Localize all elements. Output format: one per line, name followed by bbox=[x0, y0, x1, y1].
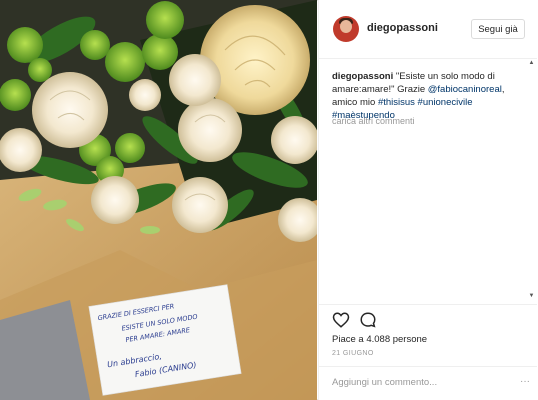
likes-count[interactable]: Piace a 4.088 persone bbox=[332, 334, 427, 345]
caption-hashtag-1[interactable]: #thisisus bbox=[378, 97, 415, 108]
scroll-up-arrow-icon[interactable]: ▲ bbox=[528, 60, 535, 67]
post-header: diegopassoni Segui già bbox=[319, 0, 537, 59]
comments-scrollbar[interactable]: ▲ ▼ bbox=[528, 60, 535, 300]
post-photo[interactable]: GRAZIE DI ESSERCI PER ESISTE UN SOLO MOD… bbox=[0, 0, 317, 400]
actions-divider bbox=[319, 304, 537, 305]
caption-mention[interactable]: @fabiocaninoreal bbox=[428, 84, 502, 95]
caption-hashtag-2[interactable]: #unionecivile bbox=[418, 97, 473, 108]
scroll-down-arrow-icon[interactable]: ▼ bbox=[528, 293, 535, 300]
bouquet-image: GRAZIE DI ESSERCI PER ESISTE UN SOLO MOD… bbox=[0, 0, 317, 400]
post-date: 21 GIUGNO bbox=[332, 350, 374, 357]
add-comment-input[interactable] bbox=[332, 372, 507, 392]
load-more-comments-link[interactable]: carica altri commenti bbox=[332, 116, 415, 126]
post-caption: diegopassoni "Esiste un solo modo di ama… bbox=[332, 70, 527, 122]
comment-icon[interactable] bbox=[359, 311, 377, 329]
avatar-icon[interactable] bbox=[333, 16, 359, 42]
following-button[interactable]: Segui già bbox=[471, 19, 525, 39]
heart-icon[interactable] bbox=[332, 311, 350, 329]
post-sidebar: diegopassoni Segui già diegopassoni "Esi… bbox=[318, 0, 538, 400]
username-link[interactable]: diegopassoni bbox=[367, 22, 438, 34]
more-options-icon[interactable]: ··· bbox=[519, 376, 531, 388]
caption-username[interactable]: diegopassoni bbox=[332, 71, 393, 82]
comment-divider bbox=[319, 366, 537, 367]
